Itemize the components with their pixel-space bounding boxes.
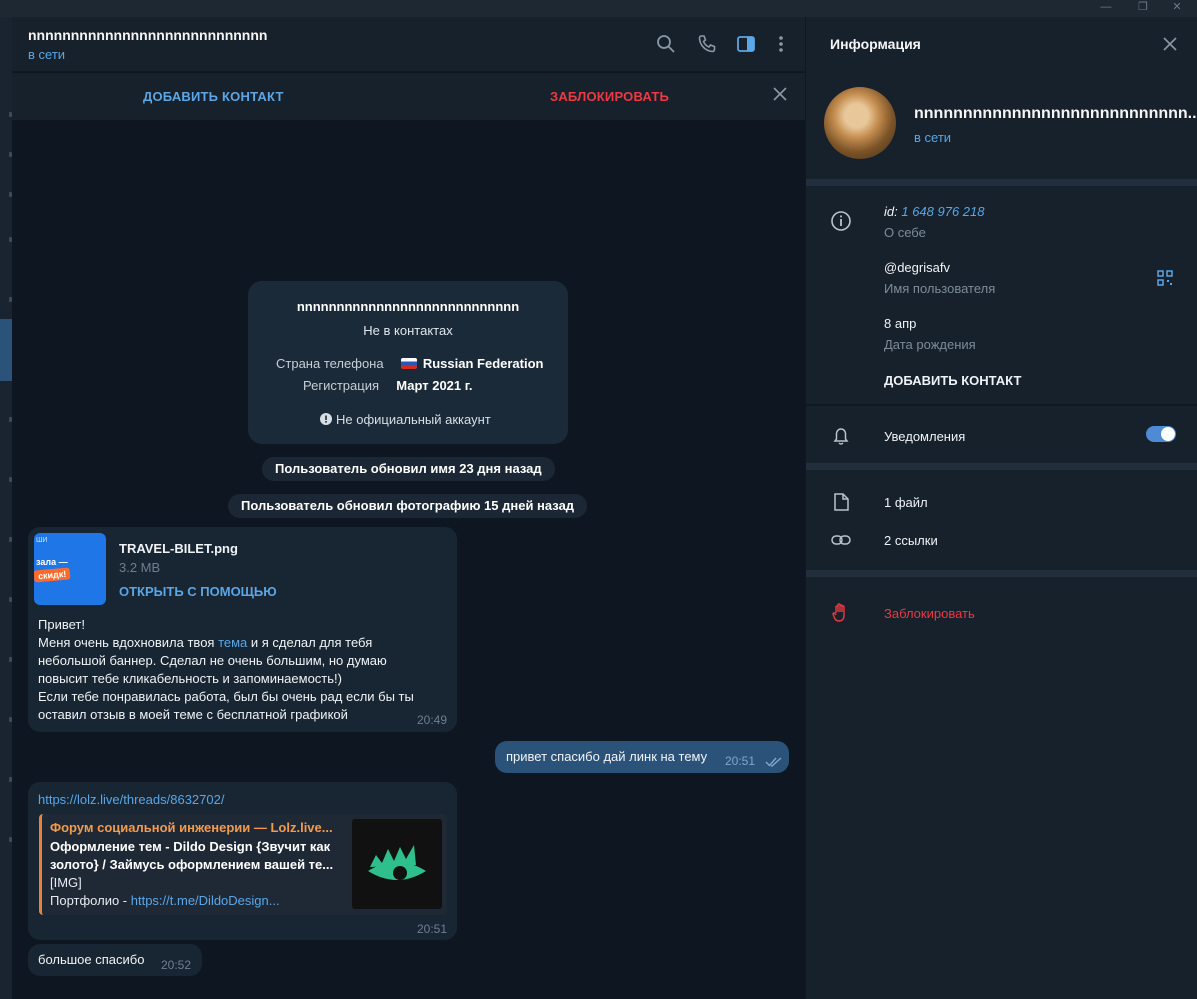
preview-site: Форум социальной инженерии — Lolz.live..… [50, 820, 333, 835]
avatar[interactable] [824, 87, 896, 159]
phone-country-row: Страна телефона Russian Federation [276, 356, 543, 371]
thumb-badge: скидк! [34, 567, 71, 583]
phone-country-label: Страна телефона [276, 356, 384, 371]
message-text: Привет! Меня очень вдохновила твоя тема … [38, 616, 453, 724]
preview-desc-link[interactable]: https://t.me/DildoDesign... [131, 893, 280, 908]
profile-status: в сети [914, 130, 952, 145]
preview-desc-line: Портфолио - https://t.me/DildoDesign... [50, 892, 280, 910]
close-window-button[interactable]: ✕ [1162, 0, 1192, 17]
chat-area: nnnnnnnnnnnnnnnnnnnnnnnnnnnn в сети ДОБА… [12, 17, 805, 999]
preview-title: Оформление тем - Dildo Design {Звучит ка… [50, 839, 334, 872]
username-label: Имя пользователя [884, 281, 996, 296]
contact-action-bar: ДОБАВИТЬ КОНТАКТ ЗАБЛОКИРОВАТЬ [12, 73, 805, 120]
link-preview[interactable]: Форум социальной инженерии — Lolz.live..… [39, 814, 447, 915]
theme-link[interactable]: тема [218, 635, 247, 650]
phone-country-value: Russian Federation [422, 356, 544, 371]
birthday-value: 8 апр [884, 316, 917, 331]
message-time: 20:51 [417, 922, 448, 936]
profile-name: nnnnnnnnnnnnnnnnnnnnnnnnnnnn... [914, 105, 1197, 122]
service-message-name: Пользователь обновил имя 23 дня назад [262, 457, 555, 481]
section-divider [806, 179, 1197, 186]
open-with-button[interactable]: ОТКРЫТЬ С ПОМОЩЬЮ [119, 583, 277, 601]
section-divider [806, 404, 1197, 406]
info-card-subtitle: Не в контактах [363, 323, 453, 338]
info-icon [831, 211, 851, 231]
panel-add-contact-button[interactable]: ДОБАВИТЬ КОНТАКТ [884, 373, 1021, 388]
search-icon[interactable] [655, 33, 677, 55]
registration-label: Регистрация [303, 378, 379, 393]
message-link[interactable]: https://lolz.live/threads/8632702/ Форум… [28, 782, 457, 940]
message-file[interactable]: ШИ зала — скидк! TRAVEL-BILET.png 3.2 MB… [28, 527, 457, 732]
close-icon[interactable] [772, 86, 788, 102]
contact-info-card: nnnnnnnnnnnnnnnnnnnnnnnnnnnn Не в контак… [248, 281, 568, 444]
id-value[interactable]: 1 648 976 218 [901, 204, 984, 219]
bell-icon [833, 428, 849, 445]
warning-row: Не официальный аккаунт [320, 412, 491, 427]
message-thanks[interactable]: большое спасибо 20:52 [28, 944, 202, 976]
preview-description: [IMG] Портфолио - https://t.me/DildoDesi… [50, 874, 280, 910]
add-contact-button[interactable]: ДОБАВИТЬ КОНТАКТ [143, 89, 284, 104]
chat-list-strip[interactable] [0, 17, 12, 999]
registration-value: Март 2021 г. [396, 378, 473, 393]
notifications-toggle[interactable] [1146, 426, 1176, 442]
selected-chat-indicator [0, 319, 12, 381]
links-row[interactable]: 2 ссылки [884, 533, 938, 548]
user-id-row[interactable]: id: 1 648 976 218 [884, 204, 985, 219]
message-text: привет спасибо дай линк на тему [506, 749, 708, 764]
about-label: О себе [884, 225, 926, 240]
files-row[interactable]: 1 файл [884, 495, 928, 510]
message-text-part: Привет! Меня очень вдохновила твоя [38, 617, 215, 650]
close-panel-icon[interactable] [1162, 36, 1178, 52]
chat-title[interactable]: nnnnnnnnnnnnnnnnnnnnnnnnnnnn [28, 27, 267, 43]
file-name: TRAVEL-BILET.png [119, 541, 238, 556]
warning-text: Не официальный аккаунт [336, 412, 491, 427]
panel-title: Информация [830, 36, 921, 52]
warning-icon [320, 413, 332, 425]
preview-desc-line: [IMG] [50, 875, 82, 890]
message-time: 20:52 [161, 958, 192, 972]
file-icon [834, 493, 849, 511]
panel-block-button[interactable]: Заблокировать [884, 606, 975, 621]
message-url[interactable]: https://lolz.live/threads/8632702/ [38, 791, 224, 809]
info-panel: Информация nnnnnnnnnnnnnnnnnnnnnnnnnnnn.… [805, 17, 1197, 999]
block-hand-icon [832, 603, 845, 622]
file-thumbnail[interactable]: ШИ зала — скидк! [34, 533, 106, 605]
block-button[interactable]: ЗАБЛОКИРОВАТЬ [550, 89, 669, 104]
chat-header[interactable]: nnnnnnnnnnnnnnnnnnnnnnnnnnnn в сети [12, 17, 805, 72]
minimize-button[interactable]: — [1091, 0, 1121, 17]
preview-desc-prefix: Портфолио - [50, 893, 131, 908]
link-icon [831, 535, 851, 545]
russia-flag-icon [400, 358, 417, 369]
message-time: 20:51 [725, 754, 756, 768]
window-titlebar: — ❐ ✕ [0, 0, 1197, 17]
registration-row: Регистрация Март 2021 г. [303, 378, 472, 393]
sidebar-toggle-icon[interactable] [735, 33, 757, 55]
info-card-name: nnnnnnnnnnnnnnnnnnnnnnnnnnnn [296, 299, 520, 314]
notifications-label: Уведомления [884, 429, 966, 444]
chat-status: в сети [28, 47, 66, 62]
double-check-icon [765, 757, 782, 767]
restore-button[interactable]: ❐ [1128, 0, 1158, 17]
message-text: большое спасибо [38, 952, 145, 967]
service-message-photo: Пользователь обновил фотографию 15 дней … [228, 494, 588, 518]
phone-icon[interactable] [696, 33, 718, 55]
section-divider [806, 463, 1197, 470]
preview-eye-image [352, 819, 442, 909]
section-divider [806, 570, 1197, 577]
message-time: 20:49 [417, 713, 448, 727]
qr-code-icon[interactable] [1156, 269, 1174, 287]
username-value[interactable]: @degrisafv [884, 260, 950, 275]
thumb-text: ШИ [36, 537, 48, 544]
message-outgoing[interactable]: привет спасибо дай линк на тему 20:51 [495, 741, 789, 773]
file-size: 3.2 MB [119, 560, 161, 575]
more-menu-icon[interactable] [770, 33, 792, 55]
birthday-label: Дата рождения [884, 337, 976, 352]
id-label: id: [884, 204, 898, 219]
thumb-text: зала — [36, 557, 68, 567]
